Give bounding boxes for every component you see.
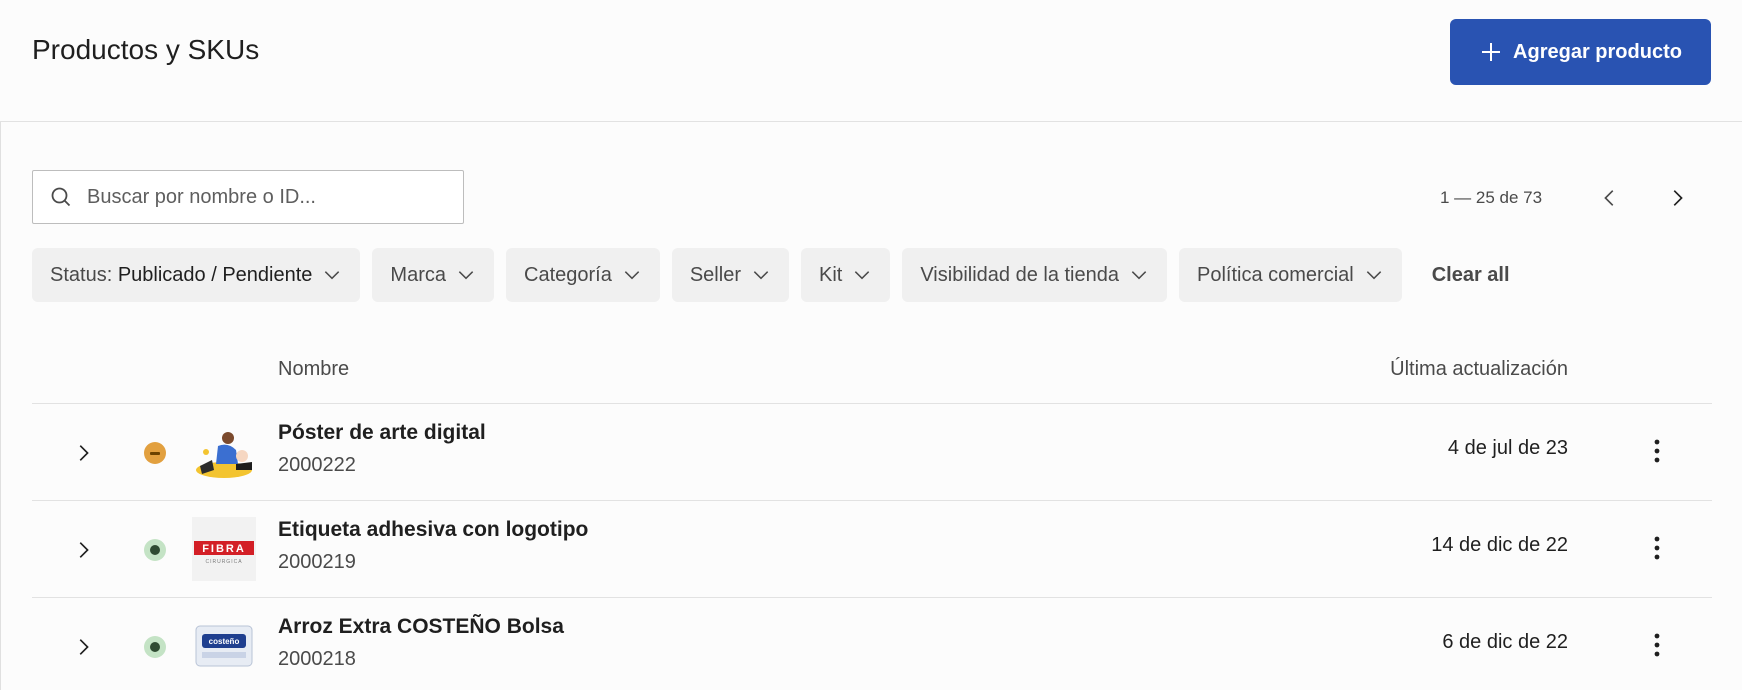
chevron-right-icon xyxy=(79,445,89,461)
chevron-down-icon xyxy=(624,271,640,280)
page-title: Productos y SKUs xyxy=(32,34,260,65)
product-id: 2000218 xyxy=(278,648,356,670)
chevron-down-icon xyxy=(325,271,340,280)
filter-kit-label: Kit xyxy=(818,263,843,286)
product-thumbnail-fibra-logo: FIBRA CIRURGICA xyxy=(192,517,256,581)
filter-status-value: Publicado / Pendiente xyxy=(117,263,313,286)
filter-seller[interactable]: Seller xyxy=(671,248,789,302)
costeno-bag-image: costeño xyxy=(195,625,253,667)
search-icon xyxy=(51,187,71,207)
product-name[interactable]: Póster de arte digital xyxy=(278,421,486,445)
chevron-down-icon xyxy=(855,271,870,280)
filter-status-label: Status: xyxy=(50,263,113,286)
last-updated: 14 de dic de 22 xyxy=(1431,534,1568,556)
filter-trade-policy-label: Política comercial xyxy=(1197,263,1354,286)
expand-row-button[interactable] xyxy=(68,535,98,565)
costeno-logo-text: costeño xyxy=(209,637,240,646)
last-updated: 6 de dic de 22 xyxy=(1442,631,1568,653)
more-vertical-icon xyxy=(1654,536,1660,560)
chevron-down-icon xyxy=(1366,271,1381,280)
filter-bar: Status: Publicado / Pendiente Marca Cate… xyxy=(32,248,1510,302)
product-id: 2000219 xyxy=(278,551,356,573)
last-updated: 4 de jul de 23 xyxy=(1447,437,1568,459)
chevron-right-icon xyxy=(1673,190,1683,206)
table-row[interactable]: FIBRA CIRURGICA Etiqueta adhesiva con lo… xyxy=(32,501,1712,598)
filter-store-visibility-label: Visibilidad de la tienda xyxy=(920,263,1119,286)
pagination: 1 — 25 de 73 xyxy=(1440,183,1697,213)
column-header-name[interactable]: Nombre xyxy=(278,358,349,381)
filter-category-label: Categoría xyxy=(524,263,612,286)
filter-trade-policy[interactable]: Política comercial xyxy=(1179,248,1402,302)
row-actions-menu-button[interactable] xyxy=(1642,434,1672,468)
row-actions-menu-button[interactable] xyxy=(1642,531,1672,565)
search-box[interactable] xyxy=(32,170,464,224)
product-thumbnail-poster-art xyxy=(192,420,256,484)
product-thumbnail-costeno-bag: costeño xyxy=(192,614,256,678)
fibra-logo-text: FIBRA xyxy=(202,543,246,555)
filter-brand-label: Marca xyxy=(390,263,446,286)
chevron-right-icon xyxy=(79,639,89,655)
search-input[interactable] xyxy=(87,185,447,209)
chevron-right-icon xyxy=(79,542,89,558)
table-row[interactable]: costeño Arroz Extra COSTEÑO Bolsa 200021… xyxy=(32,598,1712,690)
table-header: Nombre Última actualización xyxy=(32,338,1712,404)
filter-category[interactable]: Categoría xyxy=(506,248,660,302)
previous-page-button[interactable] xyxy=(1590,183,1630,213)
filter-brand[interactable]: Marca xyxy=(372,248,494,302)
status-pending-icon xyxy=(144,442,166,464)
status-published-icon xyxy=(144,539,166,561)
filter-status[interactable]: Status: Publicado / Pendiente xyxy=(32,248,361,302)
next-page-button[interactable] xyxy=(1657,183,1697,213)
plus-icon xyxy=(1482,43,1501,61)
clear-all-button[interactable]: Clear all xyxy=(1432,264,1510,287)
filter-seller-label: Seller xyxy=(689,263,741,286)
more-vertical-icon xyxy=(1654,633,1660,657)
page-header: Productos y SKUs Agregar producto xyxy=(0,0,1742,122)
chevron-down-icon xyxy=(1131,271,1147,280)
filter-store-visibility[interactable]: Visibilidad de la tienda xyxy=(902,248,1167,302)
fibra-logo-subtext: CIRURGICA xyxy=(205,559,242,565)
expand-row-button[interactable] xyxy=(68,632,98,662)
more-vertical-icon xyxy=(1654,439,1660,463)
expand-row-button[interactable] xyxy=(68,438,98,468)
add-product-button[interactable]: Agregar producto xyxy=(1450,19,1711,85)
add-product-label: Agregar producto xyxy=(1513,40,1682,63)
product-name[interactable]: Arroz Extra COSTEÑO Bolsa xyxy=(278,615,564,639)
row-actions-menu-button[interactable] xyxy=(1642,628,1672,662)
products-table: Nombre Última actualización Póster de ar… xyxy=(32,338,1712,690)
product-id: 2000222 xyxy=(278,454,356,476)
poster-art-image xyxy=(196,432,252,478)
filter-kit[interactable]: Kit xyxy=(800,248,891,302)
column-header-updated[interactable]: Última actualización xyxy=(1390,358,1568,381)
pagination-info: 1 — 25 de 73 xyxy=(1440,188,1543,207)
chevron-down-icon xyxy=(458,271,474,280)
table-row[interactable]: Póster de arte digital 2000222 4 de jul … xyxy=(32,404,1712,501)
status-published-icon xyxy=(144,636,166,658)
product-name[interactable]: Etiqueta adhesiva con logotipo xyxy=(278,518,588,542)
fibra-logo-image: FIBRA CIRURGICA xyxy=(194,541,254,565)
chevron-left-icon xyxy=(1604,190,1614,206)
chevron-down-icon xyxy=(753,271,769,280)
